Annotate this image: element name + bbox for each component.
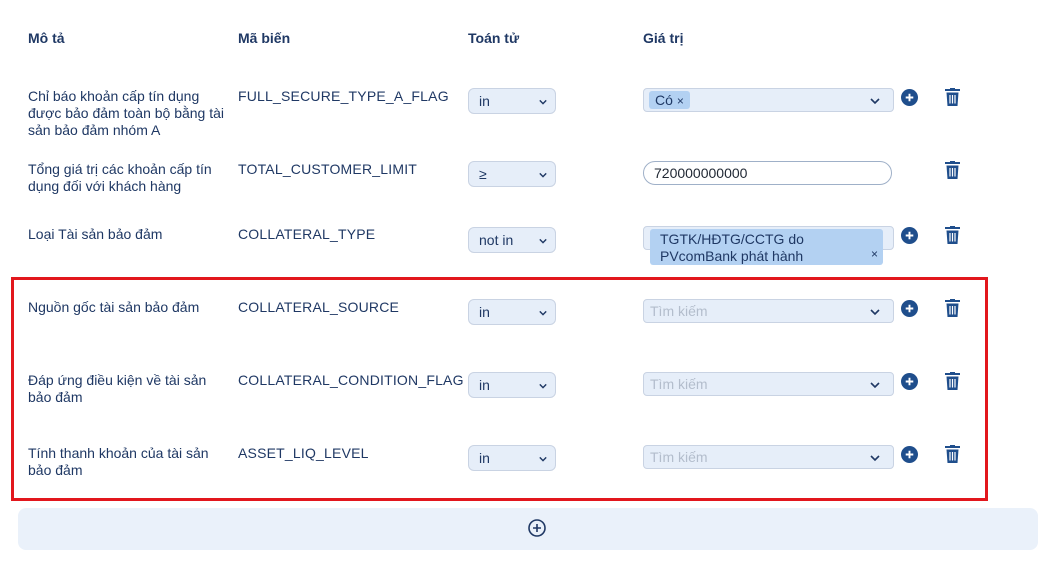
add-value-icon[interactable] bbox=[901, 446, 918, 463]
value-search-select[interactable]: Tìm kiếm bbox=[643, 372, 894, 396]
chevron-down-icon bbox=[870, 309, 880, 316]
operator-select[interactable]: not in bbox=[468, 227, 556, 253]
row-description: Loại Tài sản bảo đảm bbox=[28, 226, 163, 242]
value-multiselect[interactable]: Có × bbox=[643, 88, 894, 112]
value-search-select[interactable]: Tìm kiếm bbox=[643, 445, 894, 469]
row-description: Nguồn gốc tài sản bảo đảm bbox=[28, 299, 200, 315]
value-tag-label: TGTK/HĐTG/CCTG do PVcomBank phát hành bbox=[660, 231, 804, 264]
operator-value: not in bbox=[479, 232, 514, 248]
trash-icon[interactable] bbox=[945, 372, 960, 390]
search-placeholder: Tìm kiếm bbox=[650, 449, 708, 465]
trash-icon[interactable] bbox=[945, 88, 960, 106]
chevron-down-icon bbox=[539, 383, 547, 389]
row-description: Đáp ứng điều kiện về tài sản bảo đảm bbox=[28, 372, 207, 405]
row-variable: COLLATERAL_SOURCE bbox=[238, 299, 400, 315]
chevron-down-icon bbox=[870, 98, 880, 105]
trash-icon[interactable] bbox=[945, 299, 960, 317]
search-placeholder: Tìm kiếm bbox=[650, 303, 708, 319]
value-tag-label: Có bbox=[655, 92, 673, 108]
chevron-down-icon bbox=[870, 382, 880, 389]
row-variable: ASSET_LIQ_LEVEL bbox=[238, 445, 369, 461]
value-search-select[interactable]: Tìm kiếm bbox=[643, 299, 894, 323]
row-variable: COLLATERAL_CONDITION_FLAG bbox=[238, 372, 464, 388]
trash-icon[interactable] bbox=[945, 161, 960, 179]
add-value-icon[interactable] bbox=[901, 300, 918, 317]
header-operator: Toán tử bbox=[468, 30, 520, 46]
row-description: Tổng giá trị các khoản cấp tín dụng đối … bbox=[28, 161, 212, 194]
header-variable: Mã biến bbox=[238, 30, 291, 46]
value-multiselect[interactable]: TGTK/HĐTG/CCTG do PVcomBank phát hành × bbox=[643, 226, 894, 265]
chevron-down-icon bbox=[870, 455, 880, 462]
row-variable: TOTAL_CUSTOMER_LIMIT bbox=[238, 161, 418, 177]
header-description: Mô tả bbox=[28, 30, 65, 46]
operator-select[interactable]: in bbox=[468, 88, 556, 114]
operator-value: in bbox=[479, 450, 490, 466]
operator-value: in bbox=[479, 93, 490, 109]
add-value-icon[interactable] bbox=[901, 373, 918, 390]
add-condition-button[interactable] bbox=[18, 508, 1038, 550]
chevron-down-icon bbox=[539, 456, 547, 462]
operator-select[interactable]: in bbox=[468, 445, 556, 471]
value-tag: TGTK/HĐTG/CCTG do PVcomBank phát hành × bbox=[650, 229, 883, 265]
operator-value: ≥ bbox=[479, 166, 487, 182]
tag-remove-icon[interactable]: × bbox=[677, 94, 684, 108]
plus-circle-outline-icon bbox=[528, 519, 546, 537]
search-placeholder: Tìm kiếm bbox=[650, 376, 708, 392]
trash-icon[interactable] bbox=[945, 445, 960, 463]
row-variable: FULL_SECURE_TYPE_A_FLAG bbox=[238, 88, 449, 104]
operator-select[interactable]: in bbox=[468, 299, 556, 325]
row-description: Chỉ báo khoản cấp tín dụng được bảo đảm … bbox=[28, 88, 225, 138]
add-value-icon[interactable] bbox=[901, 227, 918, 244]
value-tag: Có × bbox=[649, 91, 690, 109]
operator-value: in bbox=[479, 304, 490, 320]
add-value-icon[interactable] bbox=[901, 89, 918, 106]
value-number-input[interactable]: 720000000000 bbox=[643, 161, 892, 185]
row-description: Tính thanh khoản của tài sản bảo đảm bbox=[28, 445, 209, 478]
operator-value: in bbox=[479, 377, 490, 393]
operator-select[interactable]: in bbox=[468, 372, 556, 398]
trash-icon[interactable] bbox=[945, 226, 960, 244]
header-value: Giá trị bbox=[643, 30, 684, 46]
row-variable: COLLATERAL_TYPE bbox=[238, 226, 376, 242]
operator-select[interactable]: ≥ bbox=[468, 161, 556, 187]
chevron-down-icon bbox=[539, 310, 547, 316]
tag-remove-icon[interactable]: × bbox=[871, 246, 878, 263]
chevron-down-icon bbox=[539, 238, 547, 244]
chevron-down-icon bbox=[539, 172, 547, 178]
chevron-down-icon bbox=[539, 99, 547, 105]
